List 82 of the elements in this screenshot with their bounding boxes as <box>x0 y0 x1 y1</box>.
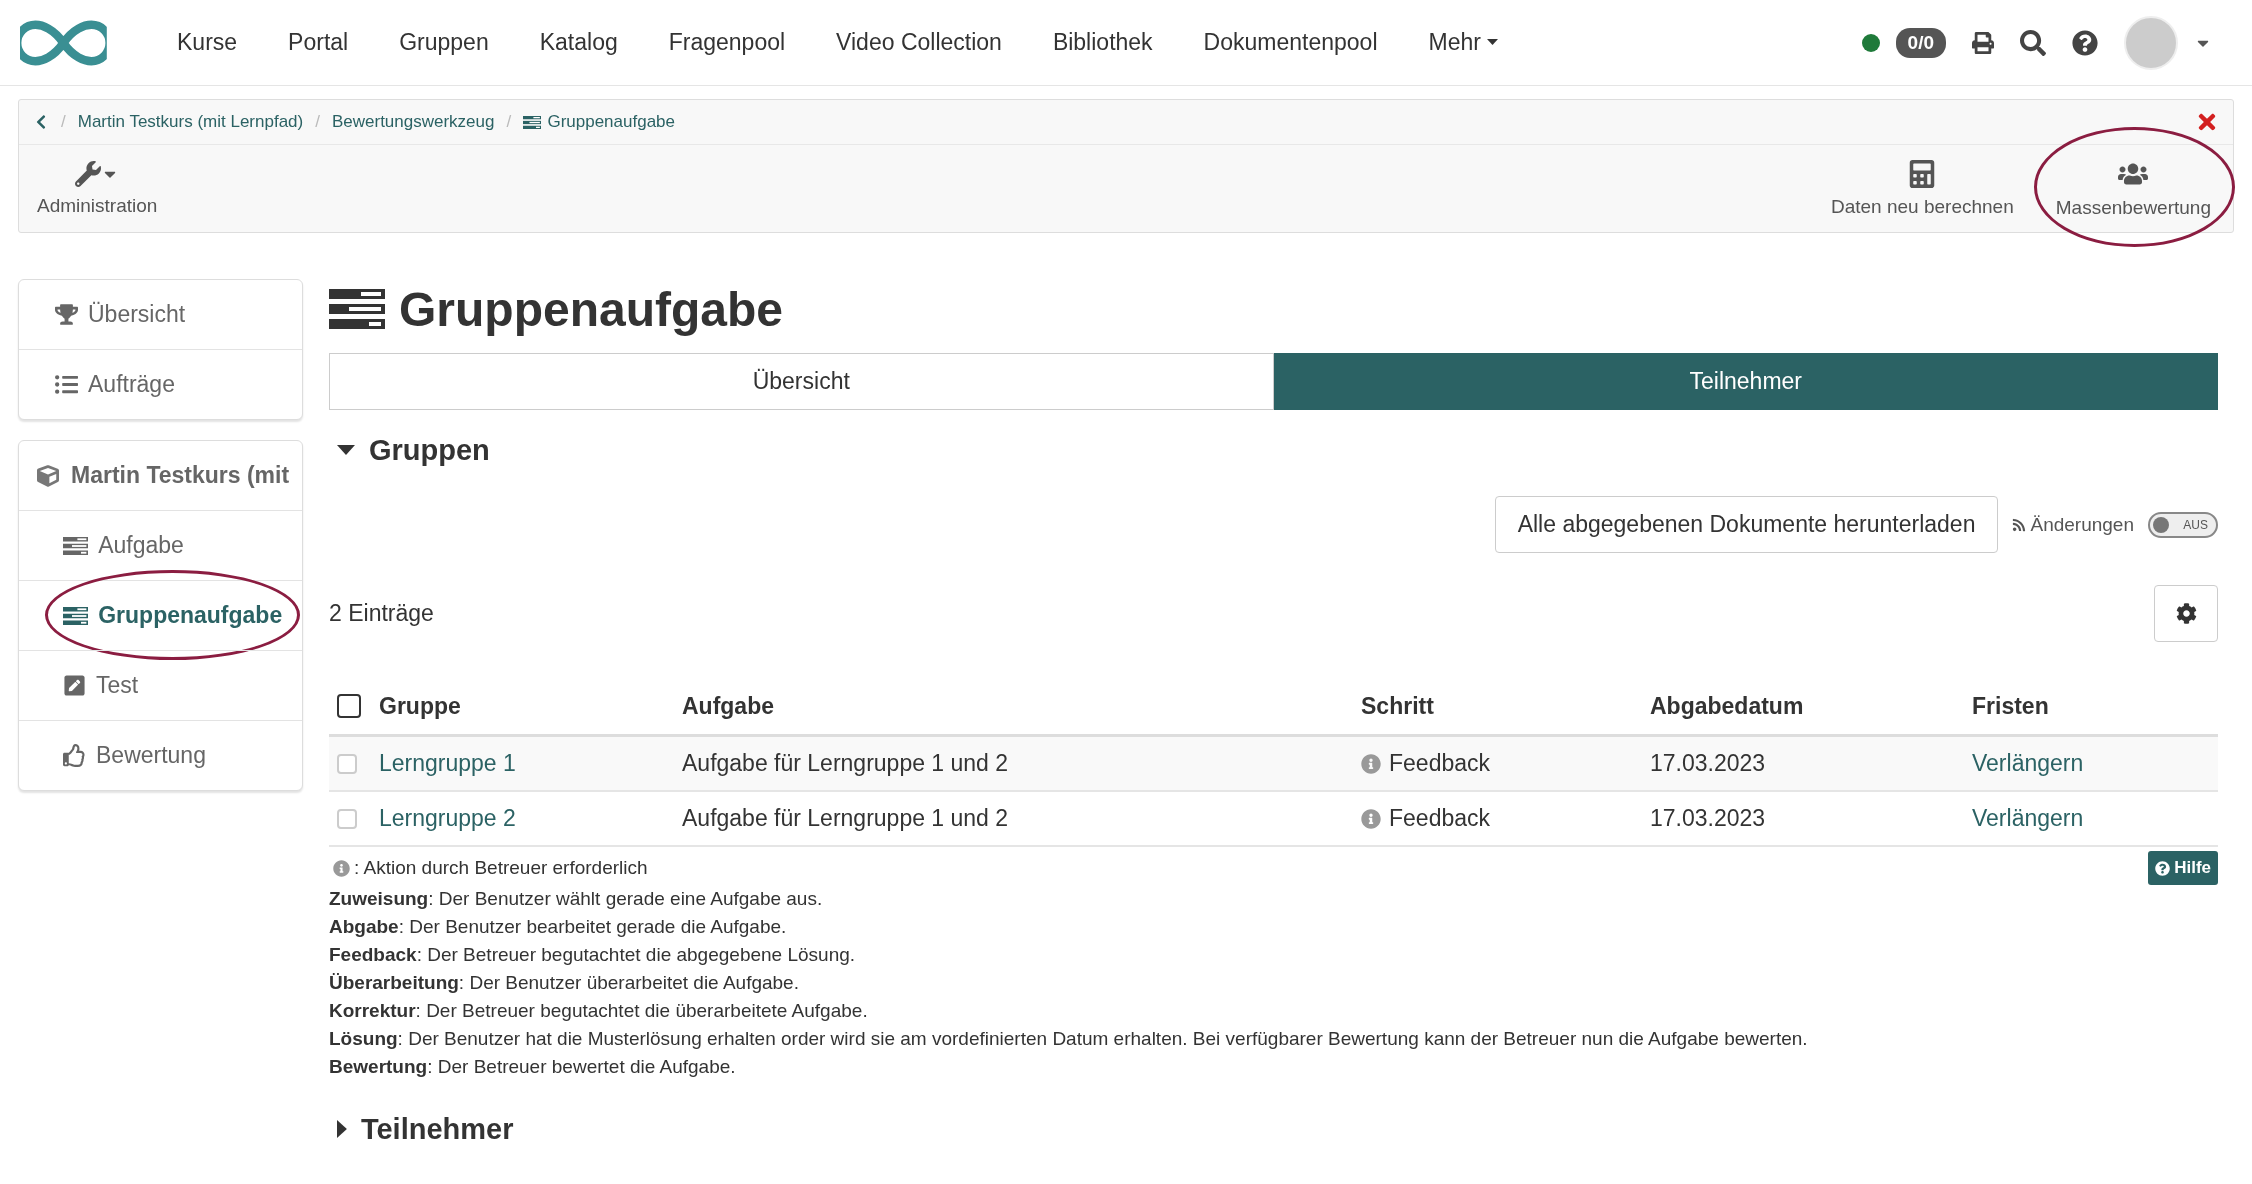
breadcrumb-separator: / <box>315 112 320 132</box>
nav-link[interactable]: Video Collection <box>836 29 1002 56</box>
info-icon <box>1361 808 1381 829</box>
task-icon <box>63 536 89 555</box>
nav-menu[interactable]: Mehr <box>1428 29 1498 56</box>
breadcrumb-separator: / <box>61 112 66 132</box>
table-cell-text: 17.03.2023 <box>1650 805 1767 832</box>
print-icon[interactable] <box>1972 31 1994 54</box>
course-title[interactable]: Martin Testkurs (mit <box>71 462 290 489</box>
extend-link[interactable]: Verlängern <box>1972 750 2218 777</box>
task-icon <box>63 606 89 625</box>
toolbar-button[interactable]: Daten neu berechnen <box>1824 155 2020 222</box>
help-icon[interactable] <box>2072 29 2098 56</box>
breadcrumb-link[interactable]: Gruppenaufgabe <box>523 112 675 132</box>
legend-text: Überarbeitung: Der Benutzer überarbeitet die Aufgabe. <box>329 971 800 995</box>
info-icon <box>1361 753 1381 774</box>
column-header[interactable]: Fristen <box>1972 692 2218 720</box>
breadcrumb-separator: / <box>506 112 512 132</box>
breadcrumb-link[interactable]: Martin Testkurs (mit Lernpfad) <box>77 112 304 132</box>
cube-icon <box>37 464 59 487</box>
tab[interactable]: Teilnehmer <box>1273 353 2218 410</box>
sidebar-item[interactable]: Aufträge <box>19 349 302 419</box>
gear-icon <box>2175 603 2197 624</box>
sidebar-item[interactable]: Test <box>19 650 302 720</box>
sidebar-item[interactable]: Bewertung <box>19 720 302 790</box>
entry-count: 2 Einträge <box>329 600 434 627</box>
thumbs-up-icon <box>63 744 86 767</box>
toolbar-button[interactable]: Administration <box>31 156 164 221</box>
list-icon <box>55 373 78 396</box>
legend-text: Feedback: Der Betreuer begutachtet die abgegebene Lösung. <box>329 943 857 967</box>
breadcrumb-link[interactable]: Bewertungswerkzeug <box>331 112 495 132</box>
column-header[interactable]: Abgabedatum <box>1650 692 1972 720</box>
legend-text: Korrektur: Der Betreuer begutachtet die überarbeitete Aufgabe. <box>329 999 869 1023</box>
task-icon <box>329 289 385 329</box>
page-title: Gruppenaufgabe <box>399 281 784 337</box>
nav-link[interactable]: Portal <box>288 29 349 56</box>
column-header[interactable]: Aufgabe <box>682 692 1361 720</box>
question-icon <box>2155 860 2171 876</box>
calculator-icon <box>1908 159 1937 188</box>
section-toggle[interactable]: Teilnehmer <box>337 1107 2218 1151</box>
legend-text: Lösung: Der Benutzer hat die Musterlösung erhalten order wird sie am vordefinierten Datum erhalten. Bei verfügbarer Bewertung kann der Betreuer nun die Aufgabe bewerten. <box>329 1027 1809 1051</box>
nav-link[interactable]: Katalog <box>539 29 618 56</box>
legend-text: Abgabe: Der Benutzer bearbeitet gerade die Aufgabe. <box>329 915 788 939</box>
extend-link[interactable]: Verlängern <box>1972 805 2218 832</box>
logo[interactable] <box>20 18 107 67</box>
group-link[interactable]: Lerngruppe 2 <box>379 805 682 832</box>
legend-text: Zuweisung: Der Benutzer wählt gerade eine Aufgabe aus. <box>329 887 824 911</box>
search-icon[interactable] <box>2020 29 2046 56</box>
changes-label: Änderungen <box>2030 513 2134 536</box>
toolbar-button[interactable]: Massenbewertung <box>2049 154 2217 223</box>
help-button[interactable]: Hilfe <box>2148 851 2218 885</box>
table-cell: Feedback <box>1389 805 1490 832</box>
table-cell: Feedback <box>1389 750 1490 777</box>
column-header[interactable]: Gruppe <box>379 692 682 720</box>
settings-button[interactable] <box>2154 585 2218 642</box>
nav-link[interactable]: Kurse <box>177 29 238 56</box>
group-link[interactable]: Lerngruppe 1 <box>379 750 682 777</box>
pencil-icon <box>63 674 86 697</box>
task-icon <box>523 115 542 129</box>
nav-link[interactable]: Bibliothek <box>1052 29 1153 56</box>
trophy-icon <box>55 303 78 326</box>
sidebar-item[interactable]: Aufgabe <box>19 510 302 580</box>
toggle-switch[interactable]: AUS <box>2148 511 2218 538</box>
tab[interactable]: Übersicht <box>329 353 1274 410</box>
caret-icon <box>1486 39 1498 46</box>
section-toggle[interactable]: Gruppen <box>337 428 2218 472</box>
table-cell-text: Aufgabe für Lerngruppe 1 und 2 <box>682 805 1010 832</box>
download-button[interactable]: Alle abgegebenen Dokumente herunterladen <box>1494 496 1999 553</box>
nav-link[interactable]: Dokumentenpool <box>1203 29 1378 56</box>
nav-link[interactable]: Gruppen <box>399 29 489 56</box>
table-cell-text: 17.03.2023 <box>1650 750 1767 777</box>
column-header[interactable]: Schritt <box>1361 692 1650 720</box>
sidebar-item[interactable]: Übersicht <box>19 280 302 349</box>
rss-icon <box>2012 517 2027 532</box>
legend-text: Bewertung: Der Betreuer bewertet die Aufgabe. <box>329 1055 737 1079</box>
legend-note: : Aktion durch Betreuer erforderlich <box>354 856 648 880</box>
sidebar-item[interactable]: Gruppenaufgabe <box>19 580 302 650</box>
checkbox[interactable] <box>337 694 361 718</box>
info-icon <box>333 859 350 877</box>
nav-link[interactable]: Fragenpool <box>668 29 786 56</box>
table-cell-text: Aufgabe für Lerngruppe 1 und 2 <box>682 750 1010 777</box>
counter-badge[interactable]: 0/0 <box>1895 27 1946 58</box>
